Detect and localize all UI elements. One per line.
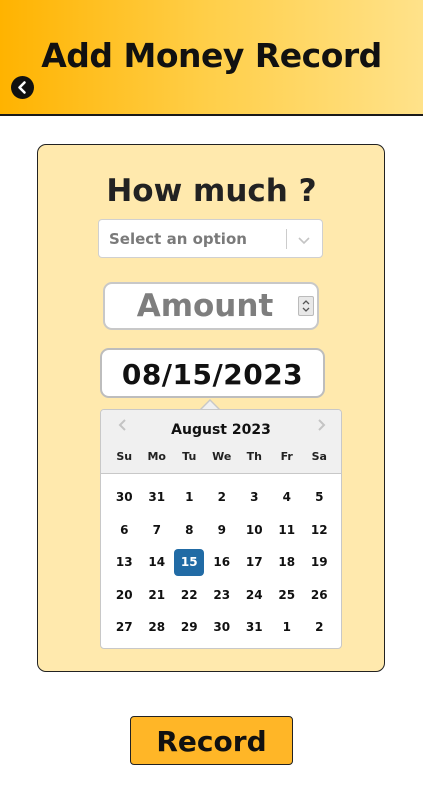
form-title: How much ? — [106, 173, 317, 209]
day-cell[interactable]: 2 — [304, 614, 334, 641]
day-cell[interactable]: 2 — [207, 484, 237, 511]
date-input[interactable]: 08/15/2023 — [100, 348, 325, 398]
back-button[interactable] — [11, 76, 34, 99]
day-cell[interactable]: 16 — [207, 549, 237, 576]
day-cell[interactable]: 24 — [239, 582, 269, 609]
day-cell[interactable]: 26 — [304, 582, 334, 609]
day-cell[interactable]: 23 — [207, 582, 237, 609]
day-cell[interactable]: 9 — [207, 517, 237, 544]
category-select[interactable]: Select an option — [98, 219, 323, 258]
day-cell[interactable]: 22 — [174, 582, 204, 609]
day-cell[interactable]: 29 — [174, 614, 204, 641]
day-cell[interactable]: 25 — [272, 582, 302, 609]
datepicker-month: August 2023 — [171, 422, 271, 438]
select-separator — [286, 229, 287, 249]
page-title: Add Money Record — [41, 36, 382, 75]
day-cell[interactable]: 6 — [109, 517, 139, 544]
amount-placeholder: Amount — [136, 288, 274, 324]
chevron-left-icon — [18, 81, 26, 94]
day-cell[interactable]: 7 — [142, 517, 172, 544]
selected-day-cell[interactable]: 15 — [174, 549, 205, 576]
day-cell[interactable]: 30 — [109, 484, 139, 511]
day-cell[interactable]: 21 — [142, 582, 172, 609]
week-row: 20 21 22 23 24 25 26 — [108, 582, 336, 615]
stepper-arrows-icon — [302, 300, 310, 312]
select-value: Select an option — [109, 230, 247, 248]
weekday-label: Mo — [147, 450, 166, 463]
next-month-icon[interactable] — [313, 417, 329, 433]
day-cell[interactable]: 12 — [304, 517, 334, 544]
week-row: 6 7 8 9 10 11 12 — [108, 517, 336, 550]
day-cell[interactable]: 5 — [304, 484, 334, 511]
day-cell[interactable]: 11 — [272, 517, 302, 544]
record-button-label: Record — [156, 725, 267, 758]
day-cell[interactable]: 31 — [239, 614, 269, 641]
datepicker: August 2023 Su Mo Tu We Th Fr Sa 30 31 1… — [100, 409, 342, 649]
day-cell[interactable]: 1 — [174, 484, 204, 511]
day-cell[interactable]: 13 — [109, 549, 139, 576]
weekday-row: Su Mo Tu We Th Fr Sa — [108, 450, 336, 466]
day-cell[interactable]: 8 — [174, 517, 204, 544]
app-header: Add Money Record — [0, 0, 423, 116]
day-cell[interactable]: 4 — [272, 484, 302, 511]
day-cell[interactable]: 18 — [272, 549, 302, 576]
day-cell[interactable]: 3 — [239, 484, 269, 511]
week-row: 27 28 29 30 31 1 2 — [108, 614, 336, 647]
weekday-label: Tu — [182, 450, 197, 463]
weekday-label: Fr — [280, 450, 293, 463]
amount-stepper[interactable] — [298, 296, 314, 316]
day-cell[interactable]: 17 — [239, 549, 269, 576]
day-cell[interactable]: 14 — [142, 549, 172, 576]
day-cell[interactable]: 19 — [304, 549, 334, 576]
weekday-label: Sa — [311, 450, 327, 463]
day-cell[interactable]: 20 — [109, 582, 139, 609]
chevron-down-icon[interactable] — [296, 232, 312, 248]
day-cell[interactable]: 10 — [239, 517, 269, 544]
day-cell[interactable]: 28 — [142, 614, 172, 641]
day-cell[interactable]: 1 — [272, 614, 302, 641]
day-cell[interactable]: 30 — [207, 614, 237, 641]
day-cell[interactable]: 27 — [109, 614, 139, 641]
datepicker-header: August 2023 Su Mo Tu We Th Fr Sa — [101, 410, 341, 474]
weekday-label: We — [212, 450, 232, 463]
record-button[interactable]: Record — [130, 716, 293, 765]
week-row: 13 14 15 16 17 18 19 — [108, 549, 336, 582]
weekday-label: Su — [116, 450, 133, 463]
weekday-label: Th — [246, 450, 262, 463]
amount-input[interactable]: Amount — [103, 282, 319, 330]
day-cell[interactable]: 31 — [142, 484, 172, 511]
datepicker-days: 30 31 1 2 3 4 5 6 7 8 9 10 11 12 13 14 1… — [108, 484, 336, 647]
date-value: 08/15/2023 — [121, 358, 304, 391]
week-row: 30 31 1 2 3 4 5 — [108, 484, 336, 517]
